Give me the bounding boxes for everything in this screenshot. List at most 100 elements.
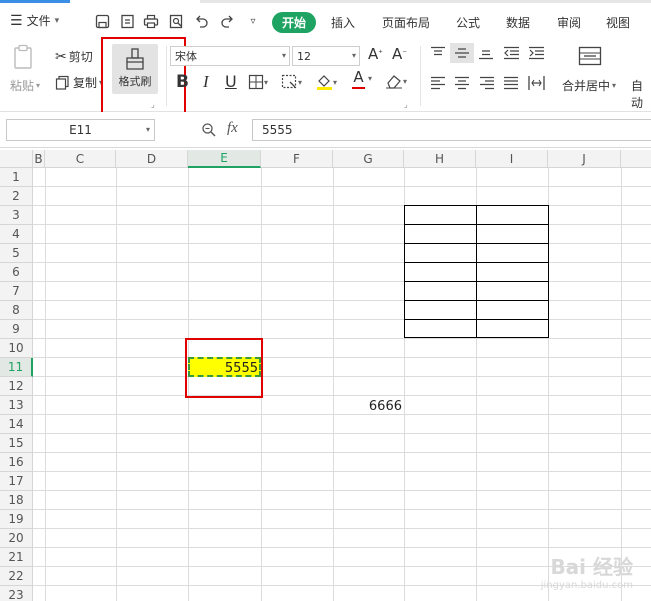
export-pdf-icon[interactable] — [118, 12, 136, 30]
formula-bar: E11 ▾ fx 5555 — [0, 112, 651, 148]
row-header-16[interactable]: 16 — [0, 453, 33, 472]
row-header-7[interactable]: 7 — [0, 282, 33, 301]
decrease-font-size-icon[interactable]: A ⁻ — [392, 45, 407, 63]
row-header-18[interactable]: 18 — [0, 491, 33, 510]
fx-insert-function-button[interactable]: fx — [227, 120, 238, 137]
formula-input[interactable]: 5555 — [252, 119, 651, 141]
row-header-5[interactable]: 5 — [0, 244, 33, 263]
watermark: Bai 经验 jingyan.baidu.com — [541, 551, 633, 591]
row-header-23[interactable]: 23 — [0, 586, 33, 601]
chevron-down-icon: ▾ — [351, 51, 356, 60]
merge-center-button[interactable]: 合并居中 ▾ — [562, 77, 616, 94]
row-header-8[interactable]: 8 — [0, 301, 33, 320]
align-center-icon[interactable] — [454, 76, 470, 90]
tab-review[interactable]: 审阅 — [557, 14, 581, 31]
row-header-19[interactable]: 19 — [0, 510, 33, 529]
column-header-d[interactable]: D — [116, 150, 188, 168]
redo-icon[interactable] — [218, 12, 236, 30]
column-header-h[interactable]: H — [404, 150, 476, 168]
cut-button[interactable]: ✂ 剪切 — [55, 48, 93, 65]
row-header-4[interactable]: 4 — [0, 225, 33, 244]
cell-style-icon — [281, 74, 297, 89]
row-header-15[interactable]: 15 — [0, 434, 33, 453]
column-header-f[interactable]: F — [261, 150, 333, 168]
column-header-c[interactable]: C — [45, 150, 116, 168]
underline-button[interactable]: U — [225, 72, 237, 91]
chevron-down-icon: ▾ — [403, 76, 408, 86]
row-header-11[interactable]: 11 — [0, 358, 33, 377]
name-box[interactable]: E11 ▾ — [6, 119, 155, 141]
format-painter-button[interactable]: 格式刷 — [112, 44, 158, 94]
merge-center-icon[interactable] — [578, 46, 602, 66]
row-header-13[interactable]: 13 — [0, 396, 33, 415]
chevron-down-icon[interactable]: ▾ — [368, 74, 372, 83]
row-header-22[interactable]: 22 — [0, 567, 33, 586]
column-header-j[interactable]: J — [548, 150, 621, 168]
increase-font-size-icon[interactable]: A ⁺ — [368, 45, 383, 63]
zoom-search-icon[interactable] — [201, 122, 217, 138]
align-middle-icon[interactable] — [450, 43, 474, 63]
align-left-icon[interactable] — [430, 76, 446, 90]
cell-style-button[interactable]: ▾ — [281, 74, 302, 90]
column-header-overflow — [621, 150, 651, 168]
paste-button[interactable] — [12, 44, 36, 70]
column-header-i[interactable]: I — [476, 150, 548, 168]
chevron-down-icon: ▾ — [99, 78, 104, 87]
tab-view[interactable]: 视图 — [606, 14, 630, 31]
undo-icon[interactable] — [192, 12, 210, 30]
row-header-6[interactable]: 6 — [0, 263, 33, 282]
align-bottom-icon[interactable] — [478, 46, 494, 60]
tab-data[interactable]: 数据 — [506, 14, 530, 31]
borders-button[interactable]: ▾ — [248, 74, 268, 90]
quick-access-more-icon[interactable]: ▿ — [244, 12, 262, 30]
clear-format-button[interactable]: ▾ — [385, 73, 407, 89]
font-size-select[interactable]: 12 ▾ — [292, 46, 360, 66]
row-header-14[interactable]: 14 — [0, 415, 33, 434]
tab-home[interactable]: 开始 — [272, 12, 316, 33]
column-header-g[interactable]: G — [333, 150, 404, 168]
font-name-value: 宋体 — [175, 50, 197, 63]
paste-icon — [14, 44, 32, 69]
align-top-icon[interactable] — [430, 46, 446, 60]
row-header-2[interactable]: 2 — [0, 187, 33, 206]
merged-cell-c6[interactable] — [46, 263, 116, 281]
increase-indent-icon[interactable] — [528, 46, 545, 60]
save-icon[interactable] — [93, 12, 111, 30]
column-header-b[interactable]: B — [33, 150, 45, 168]
print-preview-icon[interactable] — [167, 12, 185, 30]
align-right-icon[interactable] — [479, 76, 495, 90]
clipboard-expand-icon[interactable]: ⌟ — [151, 100, 155, 109]
row-header-12[interactable]: 12 — [0, 377, 33, 396]
row-header-17[interactable]: 17 — [0, 472, 33, 491]
row-header-20[interactable]: 20 — [0, 529, 33, 548]
tab-insert[interactable]: 插入 — [331, 14, 355, 31]
fill-color-button[interactable]: ▾ — [316, 73, 337, 91]
copy-icon — [55, 75, 69, 90]
font-name-select[interactable]: 宋体 ▾ — [170, 46, 290, 66]
distributed-align-icon[interactable] — [528, 75, 545, 91]
row-header-1[interactable]: 1 — [0, 168, 33, 187]
select-all-corner[interactable] — [0, 150, 33, 168]
row-header-3[interactable]: 3 — [0, 206, 33, 225]
bold-button[interactable]: B — [176, 72, 189, 92]
copy-label: 复制 — [73, 76, 98, 90]
italic-button[interactable]: I — [203, 72, 209, 92]
tab-page-layout[interactable]: 页面布局 — [382, 14, 430, 31]
row-header-10[interactable]: 10 — [0, 339, 33, 358]
paste-label-button[interactable]: 粘贴 ▾ — [10, 77, 40, 94]
tab-formulas[interactable]: 公式 — [456, 14, 480, 31]
decrease-indent-icon[interactable] — [503, 46, 520, 60]
row-header-9[interactable]: 9 — [0, 320, 33, 339]
print-icon[interactable] — [142, 12, 160, 30]
eraser-icon — [386, 75, 402, 89]
font-expand-icon[interactable]: ⌟ — [404, 100, 408, 109]
auto-wrap-button[interactable]: 自动 — [631, 77, 651, 111]
file-menu[interactable]: ☰ 文件 ▾ — [10, 12, 59, 29]
copy-button[interactable]: 复制 ▾ — [55, 74, 103, 91]
font-color-button[interactable]: A — [352, 70, 365, 89]
cell-g13-value[interactable]: 6666 — [335, 399, 402, 414]
column-header-e[interactable]: E — [188, 150, 261, 168]
justify-icon[interactable] — [503, 76, 519, 90]
bordered-range-h3-i9[interactable] — [404, 205, 549, 338]
row-header-21[interactable]: 21 — [0, 548, 33, 567]
